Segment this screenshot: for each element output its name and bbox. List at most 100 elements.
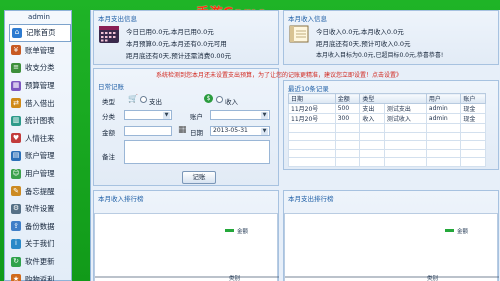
table-cell [383, 157, 427, 167]
budget-warning-link[interactable]: 系统检测到您本月还未设置支出预算，为了让您的记账更精准，建议您立即设置！点击设置… [156, 70, 402, 79]
col-date[interactable]: 日期 [288, 93, 336, 104]
account-select[interactable]: ▼ [210, 110, 270, 120]
col-amount[interactable]: 金额 [334, 93, 361, 104]
income-x-axis-label: 类别 [229, 276, 241, 281]
table-cell [334, 131, 361, 141]
category-select[interactable]: ▼ [124, 110, 172, 120]
income-info-title: 本月收入信息 [288, 15, 327, 23]
table-cell [425, 131, 462, 141]
table-row[interactable] [288, 140, 486, 150]
submit-record-button[interactable]: 记账 [182, 171, 216, 184]
col-type[interactable]: 类型 [359, 93, 427, 104]
sidebar-item-label: 借入借出 [25, 98, 55, 108]
table-cell: 测试收入 [383, 113, 427, 124]
table-cell [288, 140, 336, 150]
table-cell [425, 140, 462, 150]
table-cell [425, 123, 462, 133]
user-icon: ☺ [11, 168, 21, 179]
date-field[interactable]: 2013-05-31 ▼ [210, 126, 270, 136]
sidebar-item-2[interactable]: ¥ 账单管理 [9, 42, 71, 60]
table-cell: 收入 [359, 113, 385, 124]
col-account[interactable]: 账户 [460, 93, 486, 104]
account-icon: ▤ [11, 150, 21, 161]
type-label: 类型 [102, 98, 115, 106]
table-cell [359, 131, 385, 141]
note-textarea[interactable] [124, 140, 270, 164]
budget-icon: ▦ [11, 80, 21, 91]
sidebar-item-5[interactable]: ⇄ 借入借出 [9, 94, 71, 112]
table-row[interactable] [288, 157, 486, 167]
table-cell: 现金 [460, 113, 486, 124]
expense-info-line3: 距月底还有0天,预计还需消费0.00元 [126, 52, 232, 60]
table-cell [460, 123, 486, 133]
sidebar-item-label: 备忘提醒 [25, 186, 55, 196]
expense-x-axis-label: 类别 [427, 276, 439, 281]
sidebar-item-label: 用户管理 [25, 169, 55, 179]
sidebar-item-7[interactable]: ♥ 人情往来 [9, 130, 71, 148]
recent-records-title: 最近10条记录 [288, 85, 329, 93]
sidebar-item-15[interactable]: ★ 购物返利 [9, 270, 71, 281]
sidebar-item-8[interactable]: ▤ 账户管理 [9, 147, 71, 165]
amount-label: 金额 [102, 129, 115, 137]
amount-input[interactable] [124, 126, 172, 136]
table-cell [334, 140, 361, 150]
sidebar-item-label: 购物返利 [25, 274, 55, 281]
table-row[interactable] [288, 148, 486, 158]
income-coin-icon: $ [204, 94, 213, 103]
recent-records-table: 日期 金额 类型 用户 账户 11月20号 500 支出 测试支出 admin 现金 11月… [288, 93, 486, 167]
expense-legend-label: 金额 [457, 229, 469, 235]
income-chart-axes [95, 276, 279, 278]
settings-icon: ⚙ [11, 203, 21, 214]
table-cell [460, 140, 486, 150]
current-user: admin [28, 13, 50, 21]
main-area: 本月支出信息 今日已用0.0元,本月已用0.0元 本月预算0.0元,本月还有0.… [90, 10, 500, 281]
table-cell [288, 123, 336, 133]
table-cell [288, 131, 336, 141]
records-body: 11月20号 500 支出 测试支出 admin 现金 11月20号 300 收入 测试收入 adm… [288, 103, 486, 167]
sidebar-item-label: 统计图表 [25, 116, 55, 126]
income-ranking-title: 本月收入排行榜 [98, 195, 144, 203]
sidebar-item-label: 账单管理 [25, 45, 55, 55]
table-cell: 支出 [359, 103, 385, 114]
income-radio[interactable] [216, 96, 223, 103]
sidebar-item-14[interactable]: ↻ 软件更新 [9, 253, 71, 271]
shopping-icon: ★ [11, 274, 21, 281]
app-window: 手游Game admin ⌂记账首页¥账单管理≡收支分类▦预算管理⇄借入借出▥统… [0, 0, 500, 281]
table-cell [460, 157, 486, 167]
table-cell [334, 123, 361, 133]
sidebar-item-label: 账户管理 [25, 151, 55, 161]
chart-icon: ▥ [11, 115, 21, 126]
sidebar-item-13[interactable]: i 关于我们 [9, 235, 71, 253]
sidebar-item-1[interactable]: ⌂ 记账首页 [9, 24, 71, 42]
daily-record-panel: 日常记账 系统检测到您本月还未设置支出预算，为了让您的记账更精准，建议您立即设置… [93, 68, 402, 186]
table-row[interactable] [288, 123, 486, 133]
income-radio-label: 收入 [225, 98, 238, 106]
note-label: 备注 [102, 153, 115, 161]
chevron-down-icon: ▼ [163, 112, 170, 119]
date-label: 日期 [190, 129, 203, 137]
sidebar-item-3[interactable]: ≡ 收支分类 [9, 59, 71, 77]
sidebar-item-11[interactable]: ⚙ 软件设置 [9, 200, 71, 218]
table-cell [383, 148, 427, 158]
recent-records-panel: 最近10条记录 日期 金额 类型 用户 账户 11月20号 500 支出 测试支出 ad… [283, 80, 499, 170]
expense-radio[interactable] [140, 96, 147, 103]
sidebar-item-4[interactable]: ▦ 预算管理 [9, 77, 71, 95]
table-cell: admin [425, 113, 462, 124]
calculator-icon[interactable]: ▦ [178, 125, 187, 135]
table-cell [425, 148, 462, 158]
sidebar-item-6[interactable]: ▥ 统计图表 [9, 112, 71, 130]
table-cell: 300 [334, 113, 361, 124]
sidebar-item-12[interactable]: ⇪ 备份数据 [9, 218, 71, 236]
table-row[interactable] [288, 131, 486, 141]
table-cell [359, 140, 385, 150]
table-cell [383, 140, 427, 150]
table-cell: admin [425, 103, 462, 114]
table-row[interactable]: 11月20号 300 收入 测试收入 admin 现金 [288, 113, 486, 124]
sidebar-item-10[interactable]: ✎ 备忘提醒 [9, 182, 71, 200]
col-user[interactable]: 用户 [425, 93, 462, 104]
table-cell: 500 [334, 103, 361, 114]
table-cell: 现金 [460, 103, 486, 114]
sidebar-item-9[interactable]: ☺ 用户管理 [9, 165, 71, 183]
sidebar-item-label: 预算管理 [25, 81, 55, 91]
table-row[interactable]: 11月20号 500 支出 测试支出 admin 现金 [288, 103, 486, 114]
